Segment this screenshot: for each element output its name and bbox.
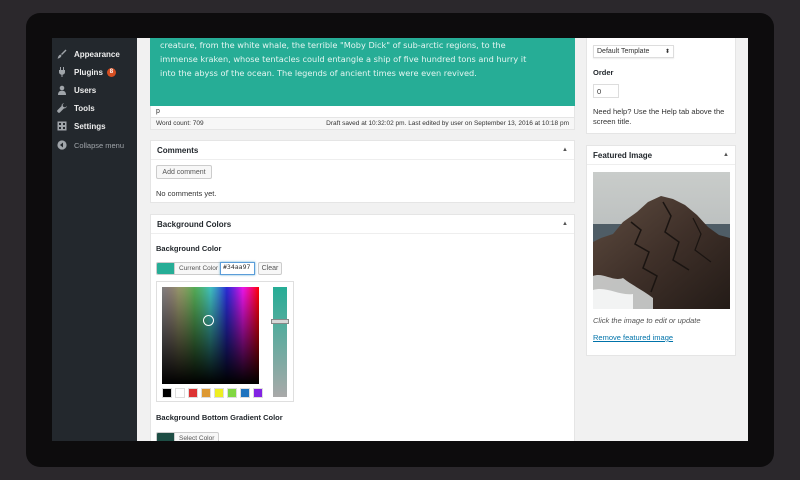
help-text-line-1: Need help? Use the Help tab above the [593, 107, 725, 116]
comments-title: Comments [157, 145, 199, 155]
sidebar-item-plugins[interactable]: Plugins 8 [52, 63, 137, 81]
featured-image-header[interactable]: Featured Image ▲ [587, 146, 735, 165]
sidebar-item-settings[interactable]: Settings [52, 117, 137, 135]
collapse-arrow-icon [56, 139, 68, 151]
featured-image-thumbnail[interactable] [593, 172, 730, 309]
select-color-label: Select Color [174, 433, 218, 441]
select-arrows-icon: ⬍ [664, 49, 670, 55]
palette-swatch[interactable] [175, 388, 185, 398]
rocky-coast-image [593, 172, 730, 309]
users-icon [56, 84, 68, 96]
plugins-icon [56, 66, 68, 78]
background-color-label: Background Color [156, 244, 222, 253]
sidebar-item-tools[interactable]: Tools [52, 99, 137, 117]
saturation-handle[interactable] [203, 315, 214, 326]
sidebar-item-label: Users [74, 85, 97, 95]
palette-swatch[interactable] [162, 388, 172, 398]
settings-icon [56, 120, 68, 132]
paintbrush-icon [56, 48, 68, 60]
bottom-color-swatch [157, 433, 174, 441]
collapse-menu-label: Collapse menu [74, 140, 125, 150]
order-label: Order [593, 68, 614, 77]
editor-status-bar: Word count: 709 Draft saved at 10:32:02 … [150, 117, 575, 130]
no-comments-text: No comments yet. [156, 189, 217, 198]
collapse-toggle-icon[interactable]: ▲ [562, 147, 568, 153]
order-input[interactable]: 0 [593, 84, 619, 98]
palette-swatch[interactable] [227, 388, 237, 398]
sidebar-item-label: Appearance [74, 49, 120, 59]
help-text-line-2: screen title. [593, 117, 632, 126]
editor-content-area[interactable]: creature, from the white whale, the terr… [150, 38, 575, 106]
palette-swatch[interactable] [214, 388, 224, 398]
element-path: p [150, 106, 575, 117]
collapse-menu-button[interactable]: Collapse menu [52, 136, 137, 154]
hue-slider[interactable] [273, 287, 287, 397]
sidebar-item-label: Plugins [74, 67, 103, 77]
template-select-value: Default Template [597, 48, 650, 55]
featured-image-title: Featured Image [593, 150, 653, 160]
current-color-label: Current Color [174, 263, 222, 274]
saturation-field[interactable] [162, 287, 259, 384]
bottom-gradient-label: Background Bottom Gradient Color [156, 413, 283, 422]
current-color-swatch [157, 263, 174, 274]
palette-swatch[interactable] [253, 388, 263, 398]
update-count-badge: 8 [106, 67, 116, 77]
comments-box-header[interactable]: Comments ▲ [151, 141, 574, 160]
current-color-button[interactable]: Current Color [156, 262, 224, 275]
template-select[interactable]: Default Template ⬍ [593, 45, 674, 58]
wrench-icon [56, 102, 68, 114]
wordpress-editor-screen: Appearance Plugins 8 Users Tools Setting… [52, 38, 748, 441]
draft-status: Draft saved at 10:32:02 pm. Last edited … [326, 120, 569, 127]
palette-swatch[interactable] [201, 388, 211, 398]
sidebar-item-users[interactable]: Users [52, 81, 137, 99]
sidebar-item-appearance[interactable]: Appearance [52, 45, 137, 63]
hex-color-input[interactable]: #34aa97 [220, 262, 255, 275]
background-colors-header[interactable]: Background Colors ▲ [151, 215, 574, 234]
featured-image-hint: Click the image to edit or update [593, 316, 701, 325]
add-comment-button[interactable]: Add comment [156, 165, 212, 179]
collapse-toggle-icon[interactable]: ▲ [562, 221, 568, 227]
clear-color-button[interactable]: Clear [258, 262, 282, 275]
hue-slider-handle[interactable] [271, 319, 289, 324]
admin-sidebar: Appearance Plugins 8 Users Tools Setting… [52, 38, 137, 441]
word-count: Word count: 709 [156, 120, 204, 127]
sidebar-item-label: Settings [74, 121, 106, 131]
background-colors-title: Background Colors [157, 219, 232, 229]
palette-swatch[interactable] [188, 388, 198, 398]
collapse-toggle-icon[interactable]: ▲ [723, 152, 729, 158]
sidebar-item-label: Tools [74, 103, 95, 113]
select-color-button[interactable]: Select Color [156, 432, 220, 441]
remove-featured-image-link[interactable]: Remove featured image [593, 333, 673, 342]
palette-swatch[interactable] [240, 388, 250, 398]
editor-paragraph: creature, from the white whale, the terr… [160, 40, 527, 78]
